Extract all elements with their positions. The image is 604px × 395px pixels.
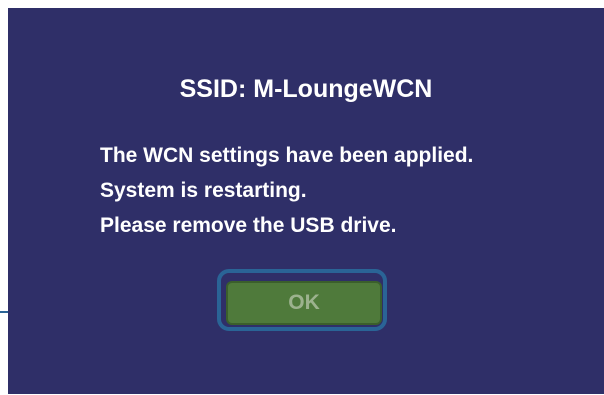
ok-button[interactable]: OK — [226, 281, 382, 325]
message-line-settings-applied: The WCN settings have been applied. — [100, 144, 474, 167]
wcn-dialog-screen: SSID: M-LoungeWCN The WCN settings have … — [8, 8, 604, 394]
status-message: The WCN settings have been applied. Syst… — [100, 138, 580, 243]
ssid-title: SSID: M-LoungeWCN — [179, 75, 433, 103]
message-line-remove-usb: Please remove the USB drive. — [100, 214, 397, 237]
message-line-restarting: System is restarting. — [100, 179, 307, 202]
